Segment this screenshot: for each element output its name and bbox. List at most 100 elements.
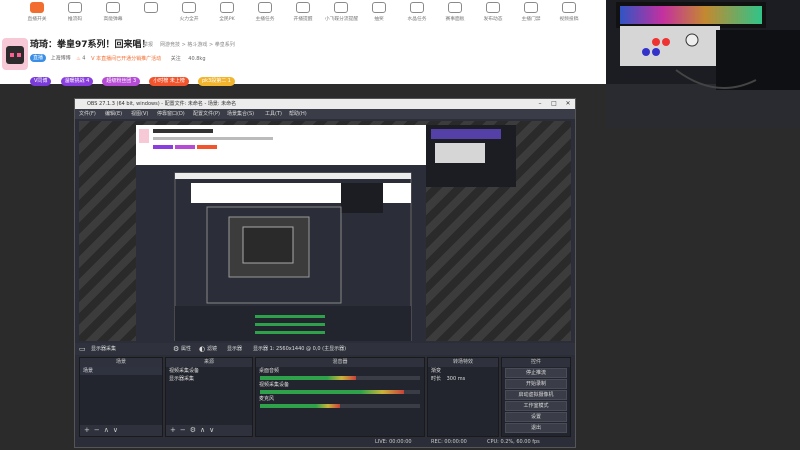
warm-challenge-badge[interactable]: 温暖挑战 4 — [60, 77, 94, 86]
add-icon[interactable]: + — [84, 426, 90, 434]
toolbar-item[interactable]: 小飞碟分流提醒 — [324, 1, 358, 29]
gear-icon[interactable]: ⚙ — [190, 426, 196, 434]
source-label: 视频采集设备 — [169, 368, 200, 374]
toolbar-label: 火力全开 — [179, 16, 199, 22]
crystal-icon — [410, 2, 424, 13]
report-link[interactable]: 举报 — [143, 41, 153, 48]
toolbar-item[interactable]: 赛事面板 — [438, 1, 472, 29]
status-bar: LIVE: 00:00:00 REC: 00:00:00 CPU: 0.2%, … — [75, 437, 575, 447]
live-tag: 直播 — [30, 54, 47, 62]
follow-label[interactable]: 关注 — [171, 56, 181, 62]
filters-button[interactable]: 滤镜 — [207, 343, 217, 355]
down-icon[interactable]: ∨ — [209, 426, 214, 434]
virtual-camera-button[interactable]: 启动虚拟摄像机 — [505, 390, 567, 400]
panel-icon — [448, 2, 462, 13]
transition-select[interactable]: 渐变 — [428, 367, 498, 375]
display-select[interactable]: 显示器 — [227, 343, 242, 355]
controls-dock: 控件 停止推流 开始录制 启动虚拟摄像机 工作室模式 设置 退出 — [501, 357, 571, 437]
live-timer: LIVE: 00:00:00 — [375, 439, 412, 445]
maximize-button[interactable]: □ — [547, 99, 561, 109]
monitor-icon: ▭ — [79, 345, 86, 353]
toolbar-item[interactable]: 主播门禁 — [514, 1, 548, 29]
add-icon[interactable]: + — [170, 426, 176, 434]
studio-mode-button[interactable]: 工作室模式 — [505, 401, 567, 411]
toolbar-item[interactable]: 开播提醒 — [286, 1, 320, 29]
close-button[interactable]: ✕ — [561, 99, 575, 109]
properties-button[interactable]: 属性 — [181, 343, 191, 355]
toolbar-item[interactable]: 高能弹幕 — [96, 1, 130, 29]
gate-icon — [524, 2, 538, 13]
menu-profile[interactable]: 配置文件(P) — [193, 109, 220, 119]
distribution-notice[interactable]: V 本直播间已开通分销推广活动 — [91, 56, 161, 62]
menu-edit[interactable]: 编辑(E) — [105, 109, 122, 119]
sources-dock-footer: + − ⚙ ∧ ∨ — [166, 425, 252, 436]
obs-title-bar: OBS 27.1.3 (64 bit, windows) - 配置文件: 未命名… — [75, 99, 575, 109]
toolbar-item[interactable]: 水晶任务 — [400, 1, 434, 29]
fans-count: 40.8kg — [188, 55, 206, 62]
toolbar-item[interactable] — [134, 1, 168, 29]
menu-help[interactable]: 帮助(H) — [289, 109, 307, 119]
streamer-meta-row: 直播 上海博博 ♨ 4 V 本直播间已开通分销推广活动 关注 40.8kg — [30, 54, 206, 63]
broadcast-icon — [30, 2, 44, 13]
source-item[interactable]: 显示器采集 — [166, 375, 252, 383]
clock-icon — [296, 2, 310, 13]
toolbar-label: 高能弹幕 — [103, 16, 123, 22]
toolbar-item[interactable]: 直播开关 — [20, 1, 54, 29]
volume-meter — [260, 390, 420, 394]
toolbar-item[interactable]: 火力全开 — [172, 1, 206, 29]
menu-file[interactable]: 文件(F) — [79, 109, 96, 119]
toolbar-item[interactable]: 发布动态 — [476, 1, 510, 29]
stop-streaming-button[interactable]: 停止推流 — [505, 368, 567, 378]
toolbar-label: 小飞碟分流提醒 — [324, 16, 359, 22]
hourly-rank-badge[interactable]: 小时榜 未上榜 — [149, 77, 189, 86]
task-icon — [258, 2, 272, 13]
toolbar-item[interactable]: 主播任务 — [248, 1, 282, 29]
fan-club-badge[interactable]: 超级粉丝团 3 — [102, 77, 141, 86]
up-icon[interactable]: ∧ — [200, 426, 205, 434]
mixer-channel-name: 麦克风 — [259, 396, 275, 402]
toolbar-item[interactable]: 抽奖 — [362, 1, 396, 29]
obs-window: OBS 27.1.3 (64 bit, windows) - 配置文件: 未命名… — [74, 98, 576, 448]
toolbar-label: 发布动态 — [483, 16, 503, 22]
gift-icon — [144, 2, 158, 13]
exit-button[interactable]: 退出 — [505, 423, 567, 433]
scenes-dock-footer: + − ∧ ∨ — [80, 425, 162, 436]
up-icon[interactable]: ∧ — [104, 426, 109, 434]
duration-input[interactable]: 300 ms — [447, 376, 466, 382]
remove-icon[interactable]: − — [94, 426, 100, 434]
source-label: 显示器采集 — [169, 376, 195, 382]
filter-icon[interactable]: ◐ — [199, 343, 205, 355]
vip-badge[interactable]: V同博 — [30, 77, 52, 86]
lottery-icon — [372, 2, 386, 13]
transitions-dock-title: 转场特效 — [428, 358, 498, 367]
settings-button[interactable]: 设置 — [505, 412, 567, 422]
category-breadcrumb[interactable]: 网游竞技 > 格斗游戏 > 拳皇系列 — [160, 41, 235, 48]
down-icon[interactable]: ∨ — [113, 426, 118, 434]
menu-view[interactable]: 视图(V) — [131, 109, 148, 119]
scenes-dock-title: 场景 — [80, 358, 162, 367]
duration-row: 时长 300 ms — [428, 375, 498, 383]
toolbar-label: 主播任务 — [255, 16, 275, 22]
pk-rank-badge[interactable]: pk3段第二 1 — [197, 77, 235, 86]
gear-icon[interactable]: ⚙ — [173, 343, 179, 355]
toolbar-item[interactable]: 视频投稿 — [552, 1, 586, 29]
preview-canvas[interactable] — [79, 121, 571, 341]
menu-scene-collection[interactable]: 场景集合(S) — [227, 109, 254, 119]
toolbar-item[interactable]: 全民PK — [210, 1, 244, 29]
start-recording-button[interactable]: 开始录制 — [505, 379, 567, 389]
pk-icon — [220, 2, 234, 13]
source-item[interactable]: 视频采集设备 — [166, 367, 252, 375]
sources-dock: 来源 视频采集设备 显示器采集 + − ⚙ ∧ ∨ — [165, 357, 253, 437]
menu-tools[interactable]: 工具(T) — [265, 109, 282, 119]
toolbar-label: 全民PK — [219, 16, 235, 22]
cpu-fps: CPU: 0.2%, 60.00 fps — [487, 439, 540, 445]
scene-item[interactable]: 场景 — [80, 367, 162, 375]
toolbar-item[interactable]: 推流码 — [58, 1, 92, 29]
obs-title-text: OBS 27.1.3 (64 bit, windows) - 配置文件: 未命名… — [87, 101, 237, 107]
minimize-button[interactable]: – — [533, 99, 547, 109]
menu-docks[interactable]: 停靠窗口(D) — [157, 109, 185, 119]
avatar[interactable] — [2, 38, 28, 70]
toolbar-label: 抽奖 — [374, 16, 384, 22]
toolbar-label: 主播门禁 — [521, 16, 541, 22]
remove-icon[interactable]: − — [180, 426, 186, 434]
